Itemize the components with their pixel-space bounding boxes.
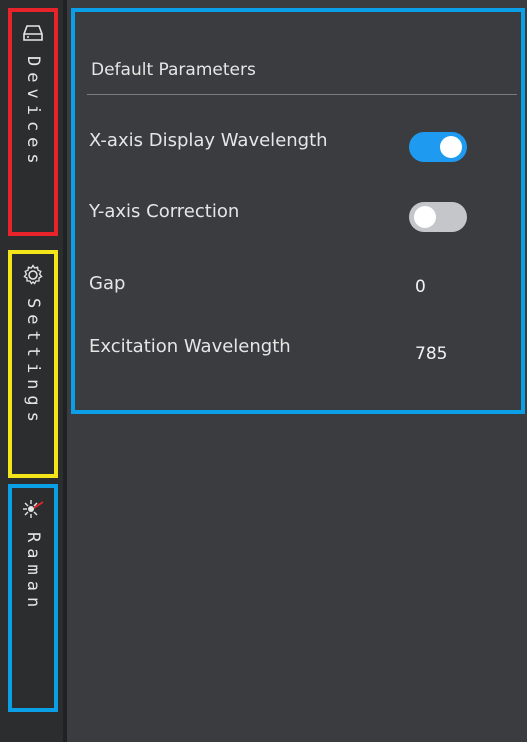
x-axis-display-wavelength-toggle[interactable] <box>409 132 467 162</box>
tab-raman-label: Raman <box>23 532 43 614</box>
tab-devices-label: Devices <box>23 56 43 170</box>
panel-title: Default Parameters <box>91 60 256 80</box>
y-axis-correction-toggle[interactable] <box>409 202 467 232</box>
tab-settings[interactable]: Settings <box>8 250 58 478</box>
laser-icon <box>23 500 44 518</box>
x-axis-display-wavelength-label: X-axis Display Wavelength <box>89 130 328 151</box>
gear-icon <box>23 264 43 285</box>
excitation-wavelength-label: Excitation Wavelength <box>89 336 291 357</box>
gap-value[interactable]: 0 <box>415 277 426 297</box>
sidebar: Devices Settings Raman <box>0 0 63 742</box>
toggle-knob <box>414 206 436 228</box>
toggle-knob <box>440 136 462 158</box>
title-divider <box>87 94 517 95</box>
tab-raman[interactable]: Raman <box>8 484 58 712</box>
default-parameters-panel: Default Parameters X-axis Display Wavele… <box>71 8 525 414</box>
gap-label: Gap <box>89 273 126 294</box>
tab-devices[interactable]: Devices <box>8 8 58 236</box>
tab-settings-label: Settings <box>23 298 43 428</box>
device-icon <box>23 25 43 41</box>
y-axis-correction-label: Y-axis Correction <box>89 201 240 222</box>
excitation-wavelength-value[interactable]: 785 <box>415 344 447 364</box>
app-window: Devices Settings Raman Default Parameter… <box>0 0 527 742</box>
